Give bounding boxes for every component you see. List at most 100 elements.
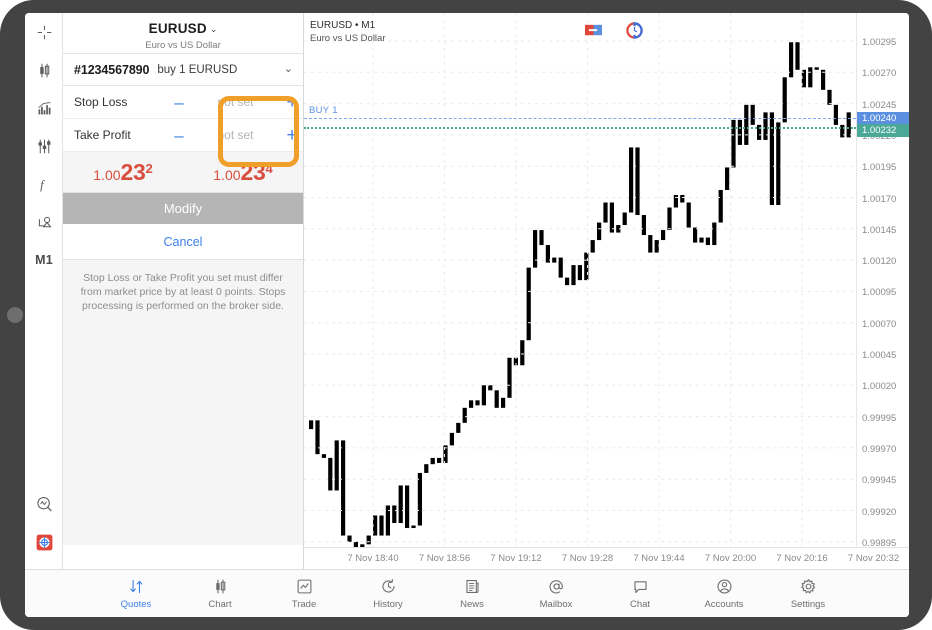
price-axis-tick: 1.00270 (862, 68, 896, 79)
candle (367, 531, 371, 547)
candle (597, 215, 601, 250)
candle (386, 498, 390, 538)
ask-price: 1.00234 (213, 159, 272, 186)
candle (655, 235, 659, 263)
nav-item-quotes[interactable]: Quotes (105, 577, 167, 610)
candle (674, 187, 678, 215)
nav-item-news[interactable]: News (441, 577, 503, 610)
accounts-person-icon (716, 577, 733, 596)
candle (533, 223, 537, 276)
home-button[interactable] (7, 307, 23, 323)
candle (392, 493, 396, 528)
price-axis-tick: 1.00195 (862, 162, 896, 173)
candle (507, 350, 511, 403)
chevron-down-icon[interactable]: ⌄ (210, 24, 218, 34)
price-axis-tick: 0.99995 (862, 413, 896, 424)
price-quote-row: 1.00232 1.00234 (63, 152, 303, 193)
nav-item-accounts[interactable]: Accounts (693, 577, 755, 610)
time-axis-tick: 7 Nov 18:56 (419, 553, 470, 564)
price-axis-tick: 1.00145 (862, 225, 896, 236)
nav-label: Mailbox (540, 599, 573, 610)
candle (706, 230, 710, 253)
nav-label: History (373, 599, 403, 610)
nav-item-chat[interactable]: Chat (609, 577, 671, 610)
nav-item-settings[interactable]: Settings (777, 577, 839, 610)
indicators-icon[interactable] (25, 89, 63, 127)
position-marker-icon[interactable] (585, 22, 602, 39)
nav-item-chart[interactable]: Chart (189, 577, 251, 610)
buy-position-label: BUY 1 (309, 105, 338, 116)
nav-item-history[interactable]: History (357, 577, 419, 610)
candle (335, 435, 339, 493)
nav-label: Trade (292, 599, 316, 610)
candle (642, 208, 646, 241)
objects-icon[interactable] (25, 203, 63, 241)
price-axis-tick: 0.99920 (862, 507, 896, 518)
candle (808, 62, 812, 92)
nav-label: Chart (208, 599, 231, 610)
stop-loss-input[interactable]: not set (190, 95, 281, 109)
stop-loss-increment-button[interactable]: + (281, 93, 303, 112)
candle (450, 428, 454, 451)
candle (463, 403, 467, 431)
crosshair-icon[interactable] (25, 13, 63, 51)
price-axis-tick: 1.00245 (862, 100, 896, 111)
price-axis-tick: 1.00020 (862, 381, 896, 392)
candle (725, 160, 729, 198)
candle (495, 378, 499, 413)
time-axis-tick: 7 Nov 19:44 (633, 553, 684, 564)
candle (802, 60, 806, 95)
candle (437, 448, 441, 486)
candle (693, 218, 697, 251)
stop-loss-decrement-button[interactable]: – (168, 94, 190, 111)
candle (488, 365, 492, 395)
clock-marker-icon[interactable] (626, 22, 643, 39)
function-icon[interactable]: f (25, 165, 63, 203)
candle (731, 112, 735, 172)
take-profit-input[interactable]: not set (190, 128, 281, 142)
candle (603, 195, 607, 230)
chart-badges (585, 22, 643, 39)
candle (757, 115, 761, 148)
candle (623, 205, 627, 233)
nav-item-trade[interactable]: Trade (273, 577, 335, 610)
symbol-header[interactable]: EURUSD⌄ Euro vs US Dollar (63, 13, 303, 54)
price-axis-tick: 1.00045 (862, 350, 896, 361)
chart-type-icon[interactable] (25, 51, 63, 89)
candle (738, 110, 742, 153)
price-axis[interactable]: 1.002951.002701.002451.002201.001951.001… (856, 13, 909, 547)
take-profit-decrement-button[interactable]: – (168, 127, 190, 144)
candle (309, 410, 313, 438)
candle (578, 255, 582, 288)
crosshair-target-icon[interactable] (25, 523, 63, 561)
candle (443, 440, 447, 466)
candle (328, 442, 332, 498)
chart-area[interactable]: EURUSD • M1 Euro vs US Dollar (304, 13, 909, 569)
candle (431, 453, 435, 471)
nav-label: Settings (791, 599, 825, 610)
chart-plot[interactable] (304, 13, 856, 547)
candle (629, 140, 633, 220)
timeframe-button[interactable]: M1 (25, 241, 63, 279)
price-axis-tick: 1.00295 (862, 37, 896, 48)
nav-item-mailbox[interactable]: Mailbox (525, 577, 587, 610)
price-axis-tick: 1.00095 (862, 287, 896, 298)
time-axis-tick: 7 Nov 20:00 (705, 553, 756, 564)
ask-price-main: 23 (241, 159, 266, 186)
nav-label: News (460, 599, 484, 610)
chevron-down-icon[interactable]: ⌄ (284, 62, 293, 75)
symbol-title-line: EURUSD⌄ (149, 20, 218, 38)
take-profit-label: Take Profit (63, 128, 168, 142)
take-profit-increment-button[interactable]: + (281, 126, 303, 145)
order-selector[interactable]: #1234567890 buy 1 EURUSD ⌄ (63, 54, 303, 86)
chat-bubble-icon (632, 577, 649, 596)
chart-tool-rail: f M1 (25, 13, 63, 569)
candle (520, 333, 524, 371)
candle (565, 263, 569, 293)
settings-sliders-icon[interactable] (25, 127, 63, 165)
candle (341, 433, 345, 541)
search-chart-icon[interactable] (25, 485, 63, 523)
cancel-button[interactable]: Cancel (63, 224, 303, 260)
modify-button[interactable]: Modify (63, 193, 303, 224)
ask-price-prefix: 1.00 (213, 167, 240, 183)
